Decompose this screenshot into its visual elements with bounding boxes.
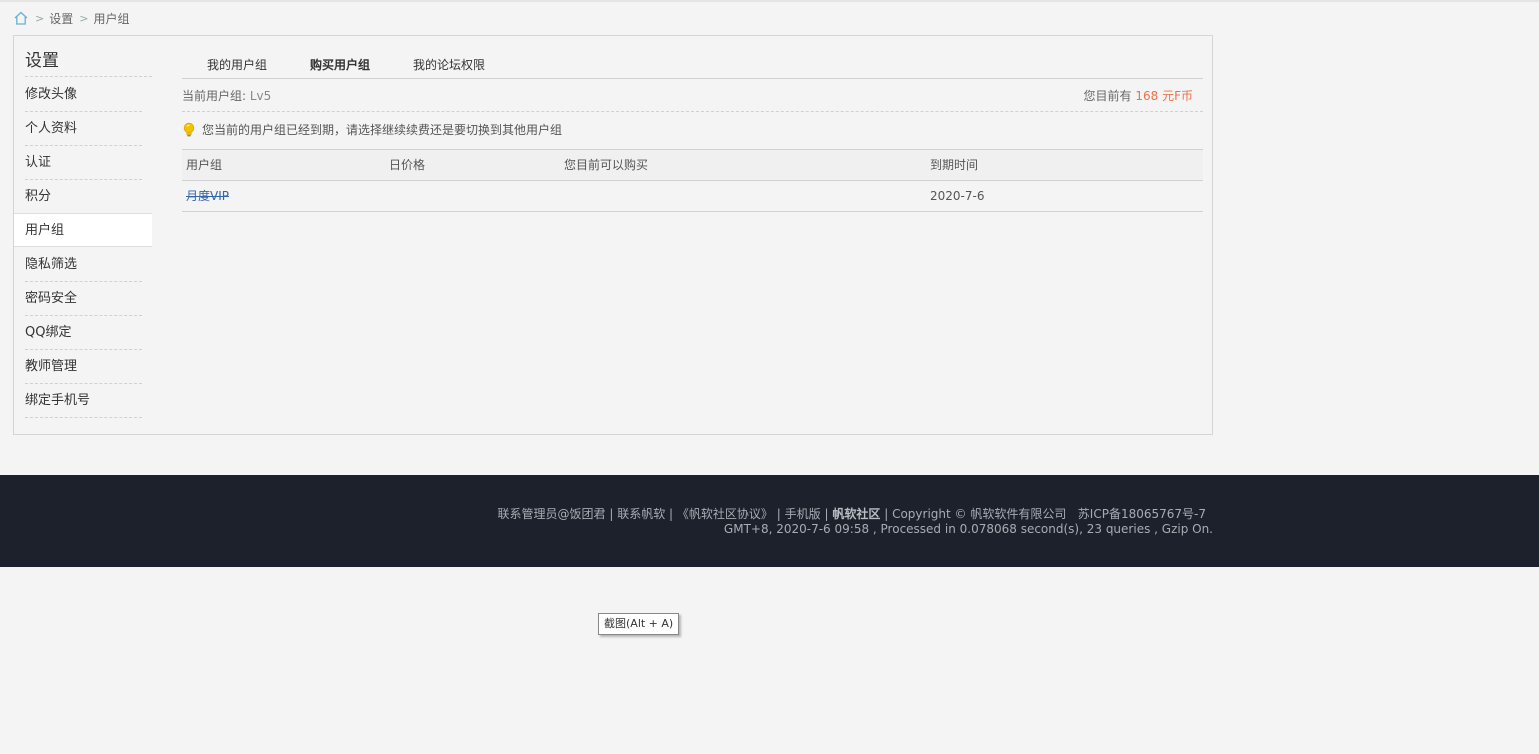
sidebar-item-avatar[interactable]: 修改头像	[25, 78, 142, 112]
tab-my-usergroup[interactable]: 我的用户组	[207, 56, 267, 73]
home-icon[interactable]	[13, 10, 29, 26]
tab-buy-usergroup[interactable]: 购买用户组	[310, 56, 370, 73]
chevron-right-icon: >	[35, 11, 45, 25]
usergroup-link[interactable]: 月度VIP	[186, 181, 229, 212]
expiry-cell: 2020-7-6	[930, 189, 985, 203]
footer-community[interactable]: 帆软社区	[832, 507, 880, 521]
sidebar-item-teacher[interactable]: 教师管理	[25, 350, 142, 384]
column-header-price: 日价格	[389, 158, 426, 172]
breadcrumb-item-settings[interactable]: 设置	[49, 10, 73, 27]
expiry-notice: 您当前的用户组已经到期，请选择继续续费还是要切换到其他用户组	[182, 120, 562, 140]
settings-panel: 设置 修改头像 个人资料 认证 积分 用户组 隐私筛选 密码安全 QQ绑定 教师…	[13, 35, 1213, 435]
usergroup-table: 用户组 日价格 您目前可以购买 到期时间 月度VIP 2020-7-6	[182, 149, 1203, 212]
footer-contact-company[interactable]: 联系帆软	[617, 507, 665, 521]
footer-links: 联系管理员@饭团君 | 联系帆软 | 《帆软社区协议》 | 手机版 | 帆软社区…	[497, 505, 1206, 522]
sidebar-title: 设置	[25, 51, 59, 71]
footer-agreement[interactable]: 《帆软社区协议》	[677, 507, 773, 521]
notice-text: 您当前的用户组已经到期，请选择继续续费还是要切换到其他用户组	[202, 123, 563, 137]
balance-value: 168 元F币	[1135, 89, 1193, 103]
sidebar-item-profile[interactable]: 个人资料	[25, 112, 142, 146]
footer-separator: |	[776, 507, 781, 521]
breadcrumb-item-usergroup[interactable]: 用户组	[93, 10, 129, 27]
table-row: 月度VIP 2020-7-6	[182, 181, 1203, 212]
footer-separator: |	[824, 507, 829, 521]
footer-mobile[interactable]: 手机版	[785, 507, 821, 521]
column-header-group: 用户组	[186, 158, 223, 172]
breadcrumb: > 设置 > 用户组	[13, 9, 135, 27]
column-header-expiry: 到期时间	[930, 158, 979, 172]
sidebar-item-verification[interactable]: 认证	[25, 146, 142, 180]
footer-separator: |	[669, 507, 674, 521]
column-header-can-buy: 您目前可以购买	[564, 158, 649, 172]
footer-stats: GMT+8, 2020-7-6 09:58 , Processed in 0.0…	[723, 522, 1213, 536]
footer-separator: |	[609, 507, 614, 521]
footer: 联系管理员@饭团君 | 联系帆软 | 《帆软社区协议》 | 手机版 | 帆软社区…	[0, 475, 1539, 567]
top-divider	[0, 0, 1539, 2]
sidebar-item-qq[interactable]: QQ绑定	[25, 316, 142, 350]
lightbulb-icon	[182, 122, 196, 138]
chevron-right-icon: >	[79, 11, 89, 25]
sidebar-item-phone[interactable]: 绑定手机号	[25, 384, 142, 418]
balance-label: 您目前有	[1083, 89, 1136, 103]
current-group-value: Lv5	[249, 89, 272, 103]
footer-copyright: Copyright © 帆软软件有限公司	[892, 507, 1067, 521]
footer-icp[interactable]: 苏ICP备18065767号-7	[1078, 507, 1206, 521]
sidebar-title-divider	[25, 76, 152, 77]
sidebar-item-password[interactable]: 密码安全	[25, 282, 142, 316]
sidebar-item-privacy[interactable]: 隐私筛选	[25, 248, 142, 282]
footer-separator: |	[884, 507, 889, 521]
tab-bar: 我的用户组 购买用户组 我的论坛权限	[182, 36, 1203, 79]
balance-info: 您目前有 168 元F币	[1084, 80, 1193, 112]
sidebar-item-credits[interactable]: 积分	[25, 180, 142, 214]
footer-contact-admin[interactable]: 联系管理员@饭团君	[497, 507, 605, 521]
tab-forum-permissions[interactable]: 我的论坛权限	[413, 56, 485, 73]
screenshot-tooltip: 截图(Alt + A)	[598, 613, 680, 635]
sidebar-item-usergroup[interactable]: 用户组	[14, 213, 152, 247]
table-header: 用户组 日价格 您目前可以购买 到期时间	[182, 150, 1203, 181]
current-group-label: 当前用户组:	[182, 89, 250, 103]
current-group-bar: 当前用户组: Lv5 您目前有 168 元F币	[182, 80, 1203, 112]
